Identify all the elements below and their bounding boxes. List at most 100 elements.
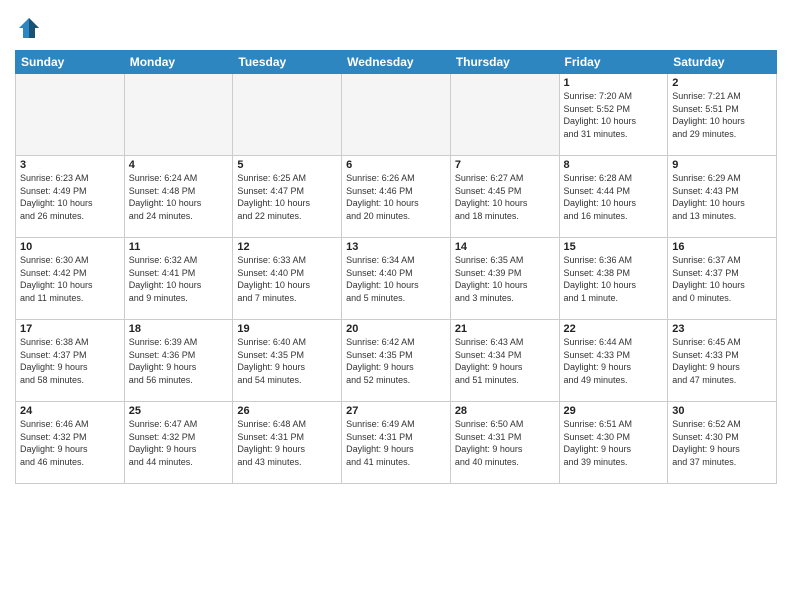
calendar-week-row: 1Sunrise: 7:20 AM Sunset: 5:52 PM Daylig… bbox=[16, 74, 777, 156]
day-number: 15 bbox=[564, 241, 664, 253]
day-number: 19 bbox=[237, 323, 337, 335]
day-number: 23 bbox=[672, 323, 772, 335]
day-number: 17 bbox=[20, 323, 120, 335]
page-container: SundayMondayTuesdayWednesdayThursdayFrid… bbox=[0, 0, 792, 489]
day-info: Sunrise: 6:42 AM Sunset: 4:35 PM Dayligh… bbox=[346, 336, 446, 386]
calendar-cell: 13Sunrise: 6:34 AM Sunset: 4:40 PM Dayli… bbox=[342, 238, 451, 320]
calendar-week-row: 10Sunrise: 6:30 AM Sunset: 4:42 PM Dayli… bbox=[16, 238, 777, 320]
calendar-cell: 28Sunrise: 6:50 AM Sunset: 4:31 PM Dayli… bbox=[450, 402, 559, 484]
day-number: 21 bbox=[455, 323, 555, 335]
day-number: 9 bbox=[672, 159, 772, 171]
day-number: 27 bbox=[346, 405, 446, 417]
calendar-cell: 7Sunrise: 6:27 AM Sunset: 4:45 PM Daylig… bbox=[450, 156, 559, 238]
day-info: Sunrise: 7:21 AM Sunset: 5:51 PM Dayligh… bbox=[672, 90, 772, 140]
weekday-header: Friday bbox=[559, 51, 668, 74]
calendar-cell: 29Sunrise: 6:51 AM Sunset: 4:30 PM Dayli… bbox=[559, 402, 668, 484]
calendar-cell: 15Sunrise: 6:36 AM Sunset: 4:38 PM Dayli… bbox=[559, 238, 668, 320]
calendar-cell: 2Sunrise: 7:21 AM Sunset: 5:51 PM Daylig… bbox=[668, 74, 777, 156]
calendar-cell: 5Sunrise: 6:25 AM Sunset: 4:47 PM Daylig… bbox=[233, 156, 342, 238]
calendar-cell: 20Sunrise: 6:42 AM Sunset: 4:35 PM Dayli… bbox=[342, 320, 451, 402]
day-info: Sunrise: 6:40 AM Sunset: 4:35 PM Dayligh… bbox=[237, 336, 337, 386]
calendar-cell: 17Sunrise: 6:38 AM Sunset: 4:37 PM Dayli… bbox=[16, 320, 125, 402]
day-info: Sunrise: 6:26 AM Sunset: 4:46 PM Dayligh… bbox=[346, 172, 446, 222]
day-info: Sunrise: 6:28 AM Sunset: 4:44 PM Dayligh… bbox=[564, 172, 664, 222]
day-number: 24 bbox=[20, 405, 120, 417]
logo bbox=[15, 14, 46, 42]
calendar-cell: 4Sunrise: 6:24 AM Sunset: 4:48 PM Daylig… bbox=[124, 156, 233, 238]
day-number: 26 bbox=[237, 405, 337, 417]
day-info: Sunrise: 6:51 AM Sunset: 4:30 PM Dayligh… bbox=[564, 418, 664, 468]
calendar-cell bbox=[16, 74, 125, 156]
day-number: 25 bbox=[129, 405, 229, 417]
weekday-header: Monday bbox=[124, 51, 233, 74]
calendar-cell: 16Sunrise: 6:37 AM Sunset: 4:37 PM Dayli… bbox=[668, 238, 777, 320]
day-info: Sunrise: 6:49 AM Sunset: 4:31 PM Dayligh… bbox=[346, 418, 446, 468]
calendar-cell: 27Sunrise: 6:49 AM Sunset: 4:31 PM Dayli… bbox=[342, 402, 451, 484]
day-info: Sunrise: 6:39 AM Sunset: 4:36 PM Dayligh… bbox=[129, 336, 229, 386]
calendar-cell: 11Sunrise: 6:32 AM Sunset: 4:41 PM Dayli… bbox=[124, 238, 233, 320]
day-info: Sunrise: 6:37 AM Sunset: 4:37 PM Dayligh… bbox=[672, 254, 772, 304]
day-info: Sunrise: 6:52 AM Sunset: 4:30 PM Dayligh… bbox=[672, 418, 772, 468]
day-number: 2 bbox=[672, 77, 772, 89]
calendar-cell bbox=[233, 74, 342, 156]
day-number: 1 bbox=[564, 77, 664, 89]
weekday-header: Sunday bbox=[16, 51, 125, 74]
day-number: 22 bbox=[564, 323, 664, 335]
day-number: 5 bbox=[237, 159, 337, 171]
day-info: Sunrise: 6:47 AM Sunset: 4:32 PM Dayligh… bbox=[129, 418, 229, 468]
day-number: 10 bbox=[20, 241, 120, 253]
day-info: Sunrise: 6:24 AM Sunset: 4:48 PM Dayligh… bbox=[129, 172, 229, 222]
calendar-cell: 23Sunrise: 6:45 AM Sunset: 4:33 PM Dayli… bbox=[668, 320, 777, 402]
calendar-cell bbox=[342, 74, 451, 156]
weekday-header: Thursday bbox=[450, 51, 559, 74]
day-info: Sunrise: 6:48 AM Sunset: 4:31 PM Dayligh… bbox=[237, 418, 337, 468]
day-info: Sunrise: 6:50 AM Sunset: 4:31 PM Dayligh… bbox=[455, 418, 555, 468]
calendar-week-row: 24Sunrise: 6:46 AM Sunset: 4:32 PM Dayli… bbox=[16, 402, 777, 484]
header bbox=[15, 10, 777, 42]
day-info: Sunrise: 6:43 AM Sunset: 4:34 PM Dayligh… bbox=[455, 336, 555, 386]
calendar-cell: 25Sunrise: 6:47 AM Sunset: 4:32 PM Dayli… bbox=[124, 402, 233, 484]
day-number: 18 bbox=[129, 323, 229, 335]
day-info: Sunrise: 6:46 AM Sunset: 4:32 PM Dayligh… bbox=[20, 418, 120, 468]
day-info: Sunrise: 6:33 AM Sunset: 4:40 PM Dayligh… bbox=[237, 254, 337, 304]
day-number: 29 bbox=[564, 405, 664, 417]
day-number: 12 bbox=[237, 241, 337, 253]
day-info: Sunrise: 6:44 AM Sunset: 4:33 PM Dayligh… bbox=[564, 336, 664, 386]
calendar-cell: 8Sunrise: 6:28 AM Sunset: 4:44 PM Daylig… bbox=[559, 156, 668, 238]
day-info: Sunrise: 6:30 AM Sunset: 4:42 PM Dayligh… bbox=[20, 254, 120, 304]
day-number: 16 bbox=[672, 241, 772, 253]
day-number: 28 bbox=[455, 405, 555, 417]
calendar-cell: 24Sunrise: 6:46 AM Sunset: 4:32 PM Dayli… bbox=[16, 402, 125, 484]
day-info: Sunrise: 6:38 AM Sunset: 4:37 PM Dayligh… bbox=[20, 336, 120, 386]
calendar-week-row: 3Sunrise: 6:23 AM Sunset: 4:49 PM Daylig… bbox=[16, 156, 777, 238]
weekday-header: Wednesday bbox=[342, 51, 451, 74]
day-number: 3 bbox=[20, 159, 120, 171]
calendar: SundayMondayTuesdayWednesdayThursdayFrid… bbox=[15, 50, 777, 484]
calendar-cell: 21Sunrise: 6:43 AM Sunset: 4:34 PM Dayli… bbox=[450, 320, 559, 402]
calendar-cell: 30Sunrise: 6:52 AM Sunset: 4:30 PM Dayli… bbox=[668, 402, 777, 484]
day-info: Sunrise: 6:45 AM Sunset: 4:33 PM Dayligh… bbox=[672, 336, 772, 386]
day-info: Sunrise: 6:27 AM Sunset: 4:45 PM Dayligh… bbox=[455, 172, 555, 222]
calendar-week-row: 17Sunrise: 6:38 AM Sunset: 4:37 PM Dayli… bbox=[16, 320, 777, 402]
calendar-cell: 19Sunrise: 6:40 AM Sunset: 4:35 PM Dayli… bbox=[233, 320, 342, 402]
logo-icon bbox=[15, 14, 43, 42]
calendar-cell: 22Sunrise: 6:44 AM Sunset: 4:33 PM Dayli… bbox=[559, 320, 668, 402]
calendar-cell: 10Sunrise: 6:30 AM Sunset: 4:42 PM Dayli… bbox=[16, 238, 125, 320]
day-number: 7 bbox=[455, 159, 555, 171]
weekday-header: Saturday bbox=[668, 51, 777, 74]
day-number: 30 bbox=[672, 405, 772, 417]
day-info: Sunrise: 6:25 AM Sunset: 4:47 PM Dayligh… bbox=[237, 172, 337, 222]
calendar-cell: 12Sunrise: 6:33 AM Sunset: 4:40 PM Dayli… bbox=[233, 238, 342, 320]
day-number: 13 bbox=[346, 241, 446, 253]
day-number: 11 bbox=[129, 241, 229, 253]
day-number: 20 bbox=[346, 323, 446, 335]
calendar-cell: 9Sunrise: 6:29 AM Sunset: 4:43 PM Daylig… bbox=[668, 156, 777, 238]
calendar-cell bbox=[124, 74, 233, 156]
calendar-cell: 6Sunrise: 6:26 AM Sunset: 4:46 PM Daylig… bbox=[342, 156, 451, 238]
calendar-header-row: SundayMondayTuesdayWednesdayThursdayFrid… bbox=[16, 51, 777, 74]
day-info: Sunrise: 6:35 AM Sunset: 4:39 PM Dayligh… bbox=[455, 254, 555, 304]
day-number: 6 bbox=[346, 159, 446, 171]
day-number: 4 bbox=[129, 159, 229, 171]
day-info: Sunrise: 6:23 AM Sunset: 4:49 PM Dayligh… bbox=[20, 172, 120, 222]
day-number: 14 bbox=[455, 241, 555, 253]
